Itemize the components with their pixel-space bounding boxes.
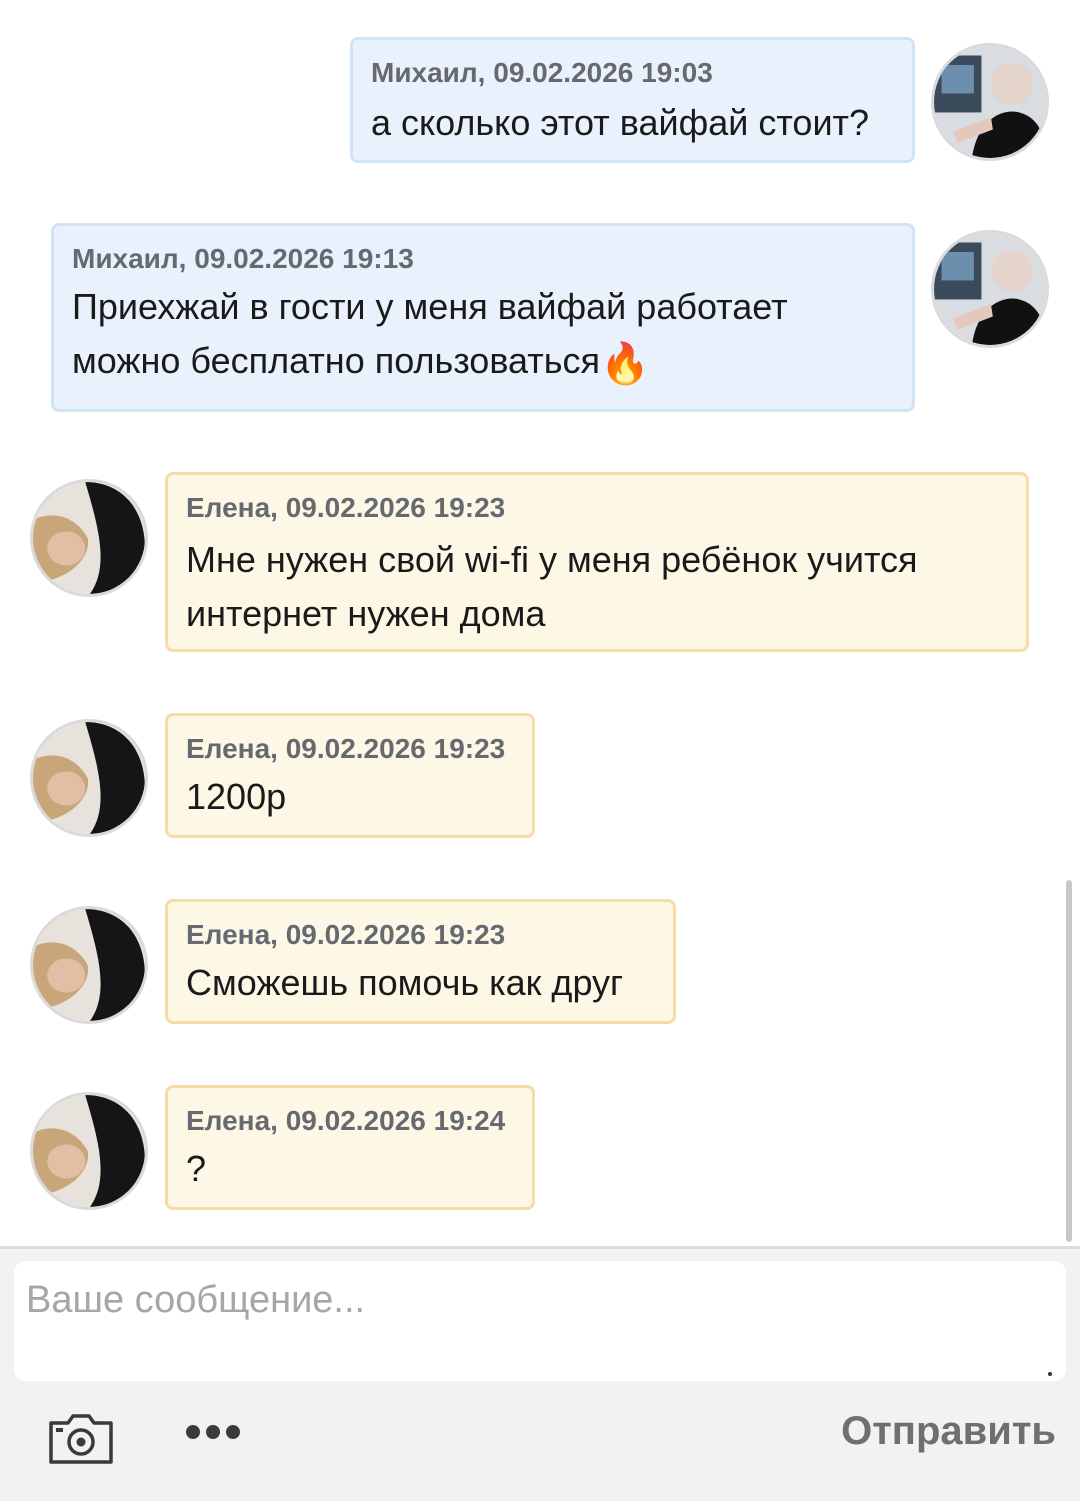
message-text: Сможешь помочь как друг bbox=[186, 962, 624, 1003]
message-bubble: Елена, 09.02.2026 19:23 Сможешь помочь к… bbox=[165, 899, 676, 1024]
message-meta: Елена, 09.02.2026 19:23 bbox=[186, 492, 506, 523]
message-composer: Отправить bbox=[0, 1249, 1080, 1501]
more-dot-icon bbox=[226, 1425, 240, 1439]
message-text-content: Приехжай в гости у меня вайфай работает … bbox=[72, 286, 788, 381]
message-bubble: Елена, 09.02.2026 19:24 ? bbox=[165, 1085, 535, 1210]
message-meta: Михаил, 09.02.2026 19:03 bbox=[371, 57, 713, 88]
message-text: Приехжай в гости у меня вайфай работает … bbox=[72, 280, 852, 391]
avatar-elena[interactable] bbox=[30, 906, 148, 1024]
message-text: а сколько этот вайфай стоит? bbox=[371, 102, 870, 143]
message-input[interactable] bbox=[14, 1261, 1066, 1381]
camera-icon bbox=[49, 1414, 113, 1464]
resize-handle-icon[interactable] bbox=[1048, 1372, 1052, 1376]
avatar-mikhail[interactable] bbox=[931, 230, 1049, 348]
message-text: Мне нужен свой wi-fi у меня ребёнок учит… bbox=[186, 539, 918, 634]
send-button[interactable]: Отправить bbox=[841, 1409, 1056, 1454]
message-text: ? bbox=[186, 1148, 207, 1189]
avatar-elena[interactable] bbox=[30, 479, 148, 597]
camera-button[interactable] bbox=[46, 1411, 116, 1467]
message-bubble: Елена, 09.02.2026 19:23 1200р bbox=[165, 713, 535, 838]
message-bubble: Михаил, 09.02.2026 19:13 Приехжай в гост… bbox=[51, 223, 915, 412]
more-dot-icon bbox=[186, 1425, 200, 1439]
more-options-button[interactable] bbox=[186, 1425, 246, 1451]
message-meta: Михаил, 09.02.2026 19:13 bbox=[72, 243, 414, 274]
message-meta: Елена, 09.02.2026 19:24 bbox=[186, 1105, 506, 1136]
message-meta: Елена, 09.02.2026 19:23 bbox=[186, 733, 506, 764]
message-bubble: Михаил, 09.02.2026 19:03 а сколько этот … bbox=[350, 37, 915, 163]
message-meta: Елена, 09.02.2026 19:23 bbox=[186, 919, 506, 950]
fire-icon: 🔥 bbox=[600, 341, 650, 387]
avatar-elena[interactable] bbox=[30, 719, 148, 837]
message-bubble: Елена, 09.02.2026 19:23 Мне нужен свой w… bbox=[165, 472, 1029, 652]
chat-history[interactable]: Михаил, 09.02.2026 19:03 а сколько этот … bbox=[0, 0, 1080, 1246]
chat-scrollbar[interactable] bbox=[1066, 880, 1072, 1242]
avatar-elena[interactable] bbox=[30, 1092, 148, 1210]
more-dot-icon bbox=[206, 1425, 220, 1439]
message-text: 1200р bbox=[186, 776, 287, 817]
avatar-mikhail[interactable] bbox=[931, 43, 1049, 161]
